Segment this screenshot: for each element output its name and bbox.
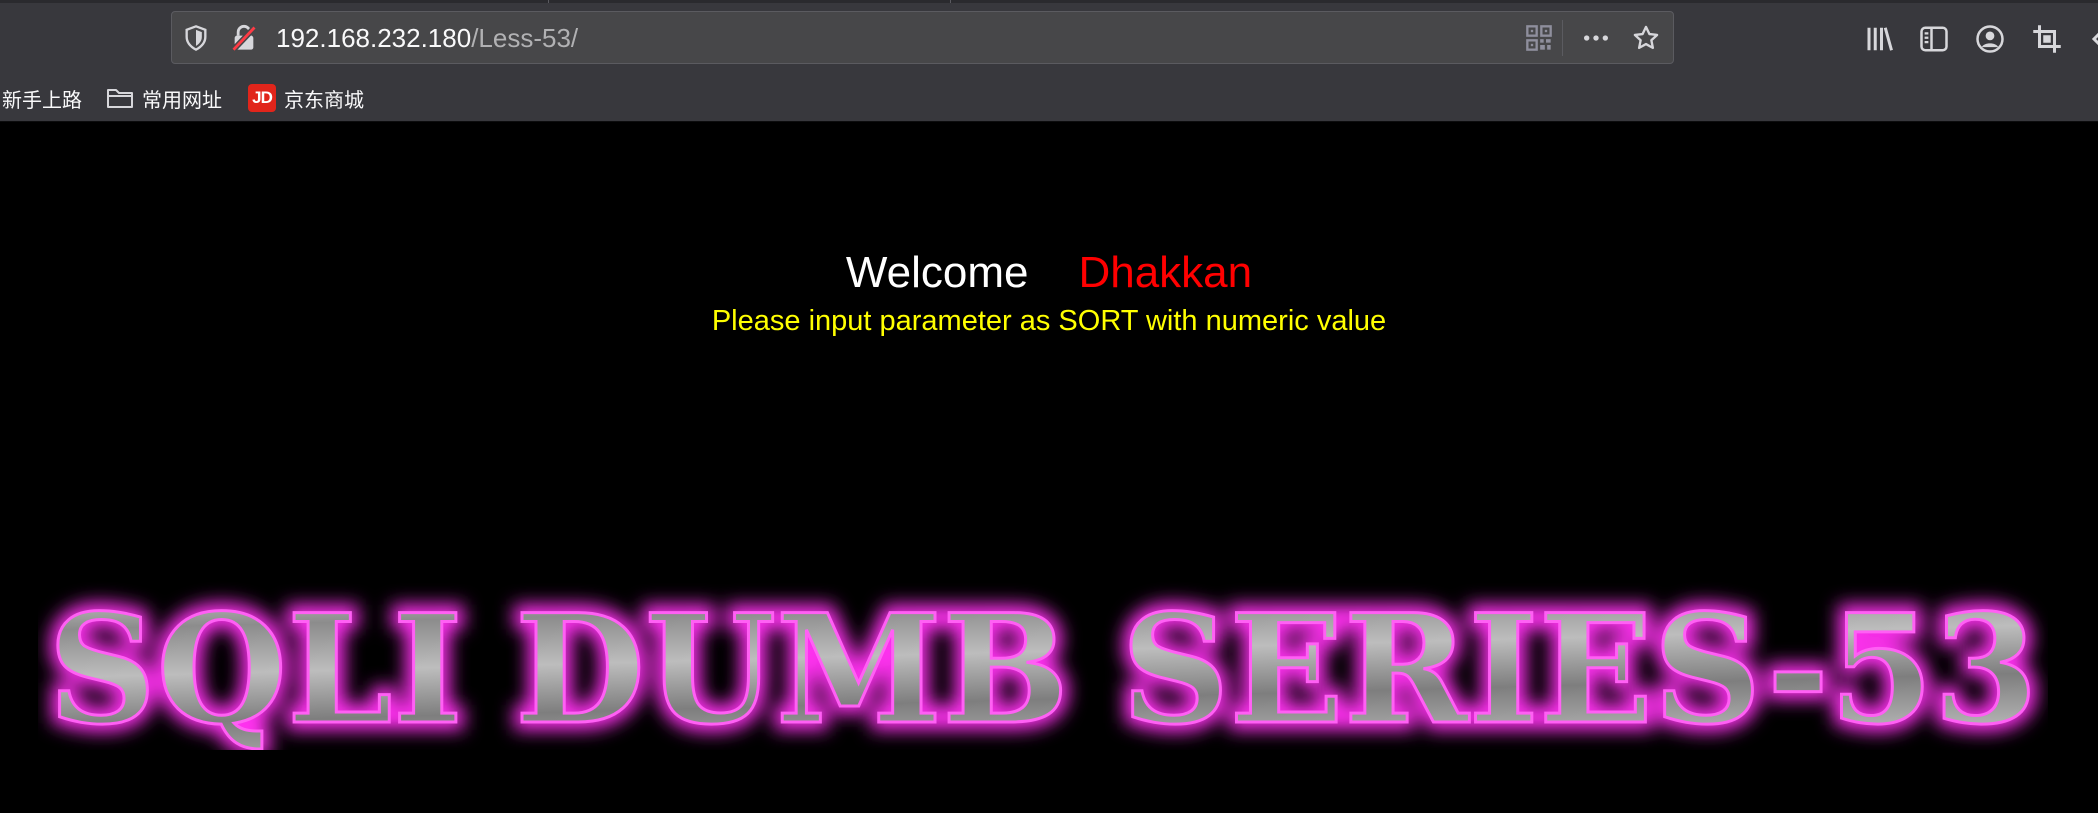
bookmark-label: 京东商城 <box>284 87 364 112</box>
more-icon[interactable] <box>1582 24 1610 52</box>
url-bar-separator <box>1562 20 1563 56</box>
bookmark-label: 常用网址 <box>142 87 222 112</box>
tab-strip-edge <box>0 0 2098 3</box>
welcome-text: Welcome <box>845 248 1029 297</box>
bookmarks-toolbar: 新手上路 常用网址 JD 京东商城 <box>0 80 2098 116</box>
folder-icon <box>107 89 133 108</box>
banner-text: SQLI DUMB SERIES-53 <box>48 582 2038 750</box>
welcome-heading: Welcome Dhakkan <box>0 248 2098 298</box>
qr-code-icon[interactable] <box>1525 24 1553 52</box>
sidebar-icon[interactable] <box>1919 24 1949 54</box>
url-host: 192.168.232.180 <box>276 23 472 53</box>
bookmark-item[interactable]: 新手上路 <box>2 82 82 114</box>
browser-toolbar: 192.168.232.180/Less-53/ 新手上路 常用网址 JD 京东… <box>0 0 2098 122</box>
address-bar[interactable]: 192.168.232.180/Less-53/ <box>171 11 1674 64</box>
jd-logo: JD <box>248 84 276 112</box>
bookmark-folder[interactable]: 常用网址 <box>106 82 222 114</box>
overflow-menu-icon[interactable] <box>2084 24 2098 54</box>
account-icon[interactable] <box>1975 24 2005 54</box>
library-icon[interactable] <box>1864 24 1894 54</box>
crop-icon[interactable] <box>2032 24 2062 54</box>
title-banner-image: SQLI DUMB SERIES-53 SQLI DUMB SERIES-53 <box>40 574 2046 750</box>
user-name: Dhakkan <box>1078 248 1253 297</box>
page-content: Welcome Dhakkan Please input parameter as… <box>0 123 2098 813</box>
url-text[interactable]: 192.168.232.180/Less-53/ <box>276 22 578 54</box>
url-path: /Less-53/ <box>471 23 579 53</box>
bookmark-label: 新手上路 <box>2 87 82 112</box>
shield-icon[interactable] <box>182 24 210 52</box>
insecure-lock-icon[interactable] <box>230 24 258 52</box>
instruction-text: Please input parameter as SORT with nume… <box>711 305 1387 337</box>
bookmark-item[interactable]: JD 京东商城 <box>248 82 364 114</box>
star-icon[interactable] <box>1632 24 1660 52</box>
